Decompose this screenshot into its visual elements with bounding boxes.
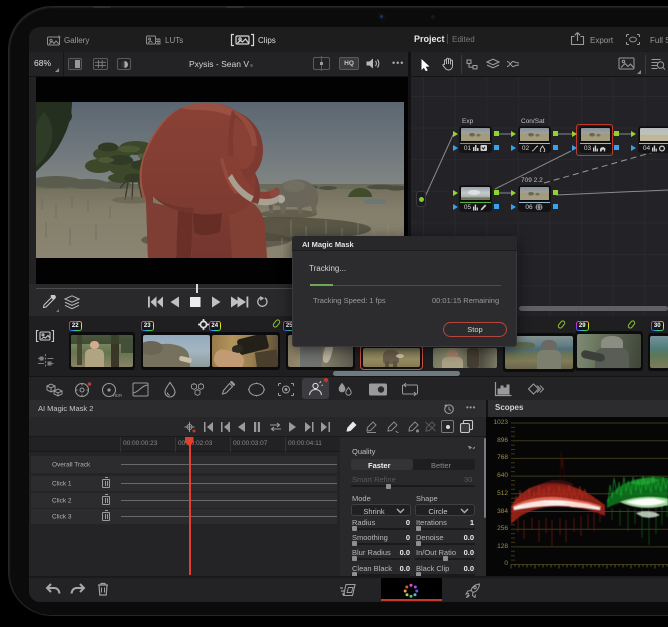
svg-text:HDR: HDR — [113, 393, 122, 398]
